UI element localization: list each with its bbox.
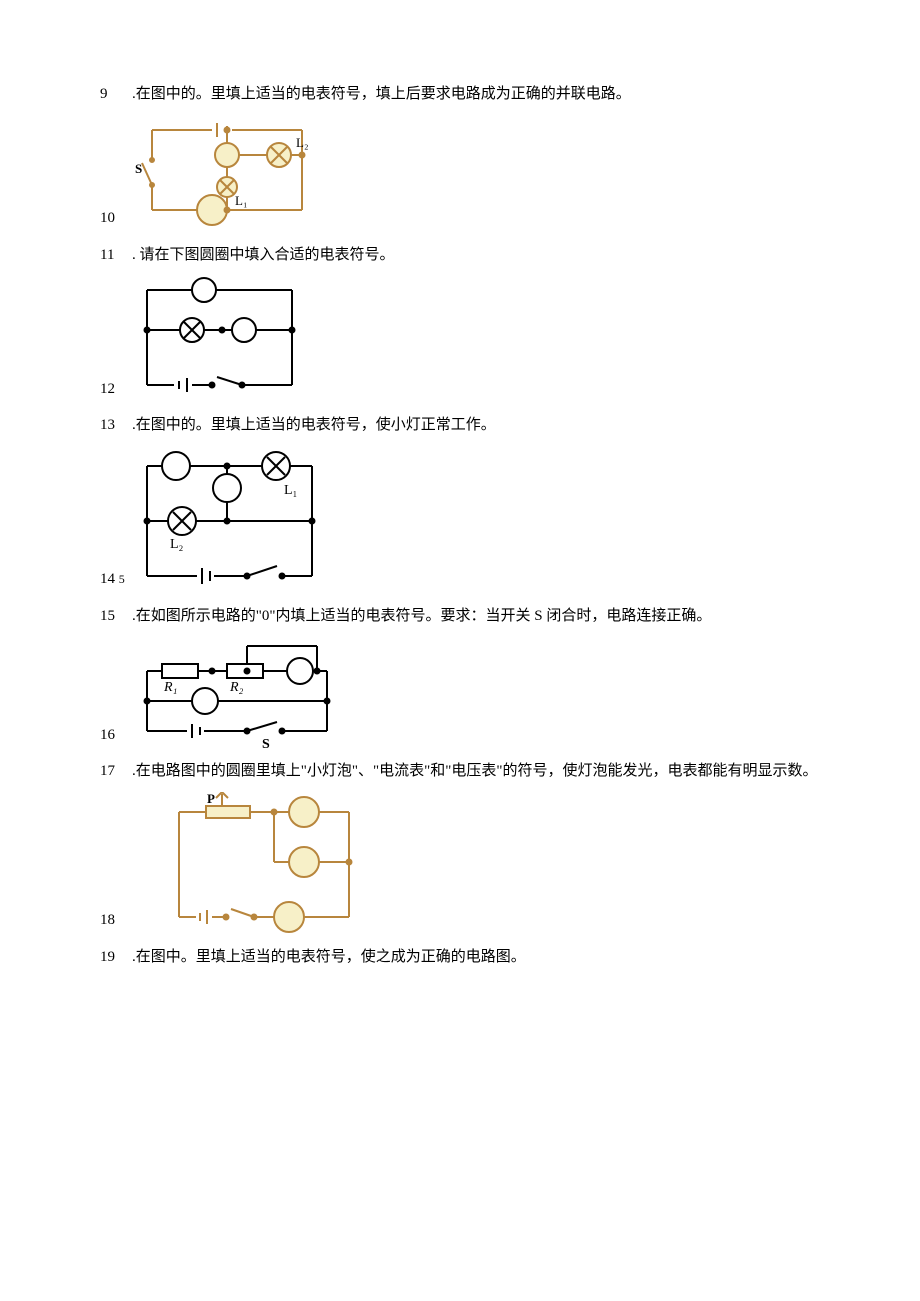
figure-row-16: 16 (100, 636, 820, 751)
label-P: P (207, 792, 215, 806)
question-number: 9 (100, 80, 132, 109)
question-number: 18 (100, 906, 132, 937)
label-R1: R₁ (163, 680, 177, 695)
figure-row-10: 10 (100, 115, 820, 235)
circuit-figure-13: L₁ L₂ (132, 446, 332, 596)
question-11: 11 . 请在下图圆圈中填入合适的电表符号。 (100, 241, 820, 270)
figure-row-14: 14 5 (100, 446, 820, 596)
question-number: 12 (100, 375, 132, 406)
circuit-figure-11 (132, 275, 312, 405)
question-17: 17 .在电路图中的圆圈里填上"小灯泡"、"电流表"和"电压表"的符号，使灯泡能… (100, 757, 820, 786)
question-number: 19 (100, 943, 132, 972)
question-13: 13 .在图中的。里填上适当的电表符号，使小灯正常工作。 (100, 411, 820, 440)
question-text: .在图中。里填上适当的电表符号，使之成为正确的电路图。 (132, 943, 820, 972)
question-number: 11 (100, 241, 132, 270)
label-L2: L₂ (170, 537, 184, 552)
question-number: 16 (100, 721, 132, 752)
circuit-figure-9: L₂ L₁ S (132, 115, 322, 235)
label-L1: L₁ (284, 483, 297, 498)
label-L2: L₂ (296, 135, 308, 150)
question-15: 15 .在如图所示电路的"0"内填上适当的电表符号。要求：当开关 S 闭合时，电… (100, 602, 820, 631)
question-text: .在电路图中的圆圈里填上"小灯泡"、"电流表"和"电压表"的符号，使灯泡能发光，… (132, 757, 820, 786)
question-19: 19 .在图中。里填上适当的电表符号，使之成为正确的电路图。 (100, 943, 820, 972)
question-number: 13 (100, 411, 132, 440)
figure-row-18: 18 (100, 792, 820, 937)
question-number: 17 (100, 757, 132, 786)
question-text: .在图中的。里填上适当的电表符号，填上后要求电路成为正确的并联电路。 (132, 80, 820, 109)
question-text: . 请在下图圆圈中填入合适的电表符号。 (132, 241, 820, 270)
circuit-figure-15: R₁ R₂ S (132, 636, 342, 751)
question-9: 9 .在图中的。里填上适当的电表符号，填上后要求电路成为正确的并联电路。 (100, 80, 820, 109)
question-text: .在如图所示电路的"0"内填上适当的电表符号。要求：当开关 S 闭合时，电路连接… (132, 602, 820, 631)
label-R2: R₂ (229, 680, 244, 695)
label-S: S (135, 161, 142, 176)
question-number: 10 (100, 204, 132, 235)
question-text: .在图中的。里填上适当的电表符号，使小灯正常工作。 (132, 411, 820, 440)
label-L1: L₁ (235, 193, 247, 208)
figure-row-12: 12 (100, 275, 820, 405)
question-number: 15 (100, 602, 132, 631)
label-S: S (262, 737, 270, 751)
circuit-figure-17: P (132, 792, 369, 937)
question-number: 14 5 (100, 565, 132, 596)
